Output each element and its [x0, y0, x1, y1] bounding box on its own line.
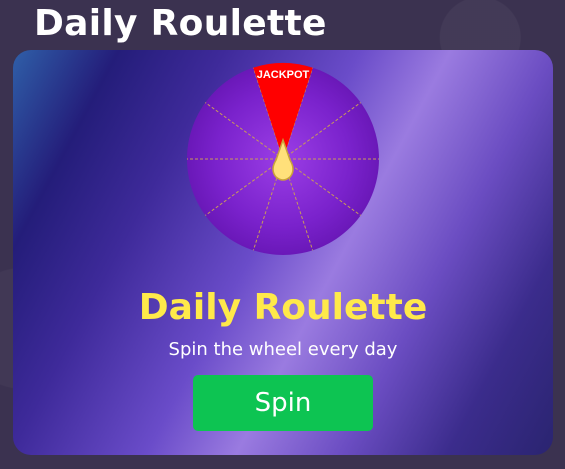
jackpot-label: JACKPOT	[257, 69, 310, 81]
roulette-card: JACKPOT Daily Roulette Spin the wheel ev…	[13, 50, 553, 455]
card-title: Daily Roulette	[138, 287, 428, 328]
card-subtitle: Spin the wheel every day	[168, 339, 398, 360]
spin-button[interactable]: Spin	[193, 375, 373, 431]
wheel-graphic: JACKPOT	[187, 63, 379, 255]
page-title: Daily Roulette	[34, 3, 327, 44]
roulette-wheel[interactable]: JACKPOT	[186, 62, 380, 256]
